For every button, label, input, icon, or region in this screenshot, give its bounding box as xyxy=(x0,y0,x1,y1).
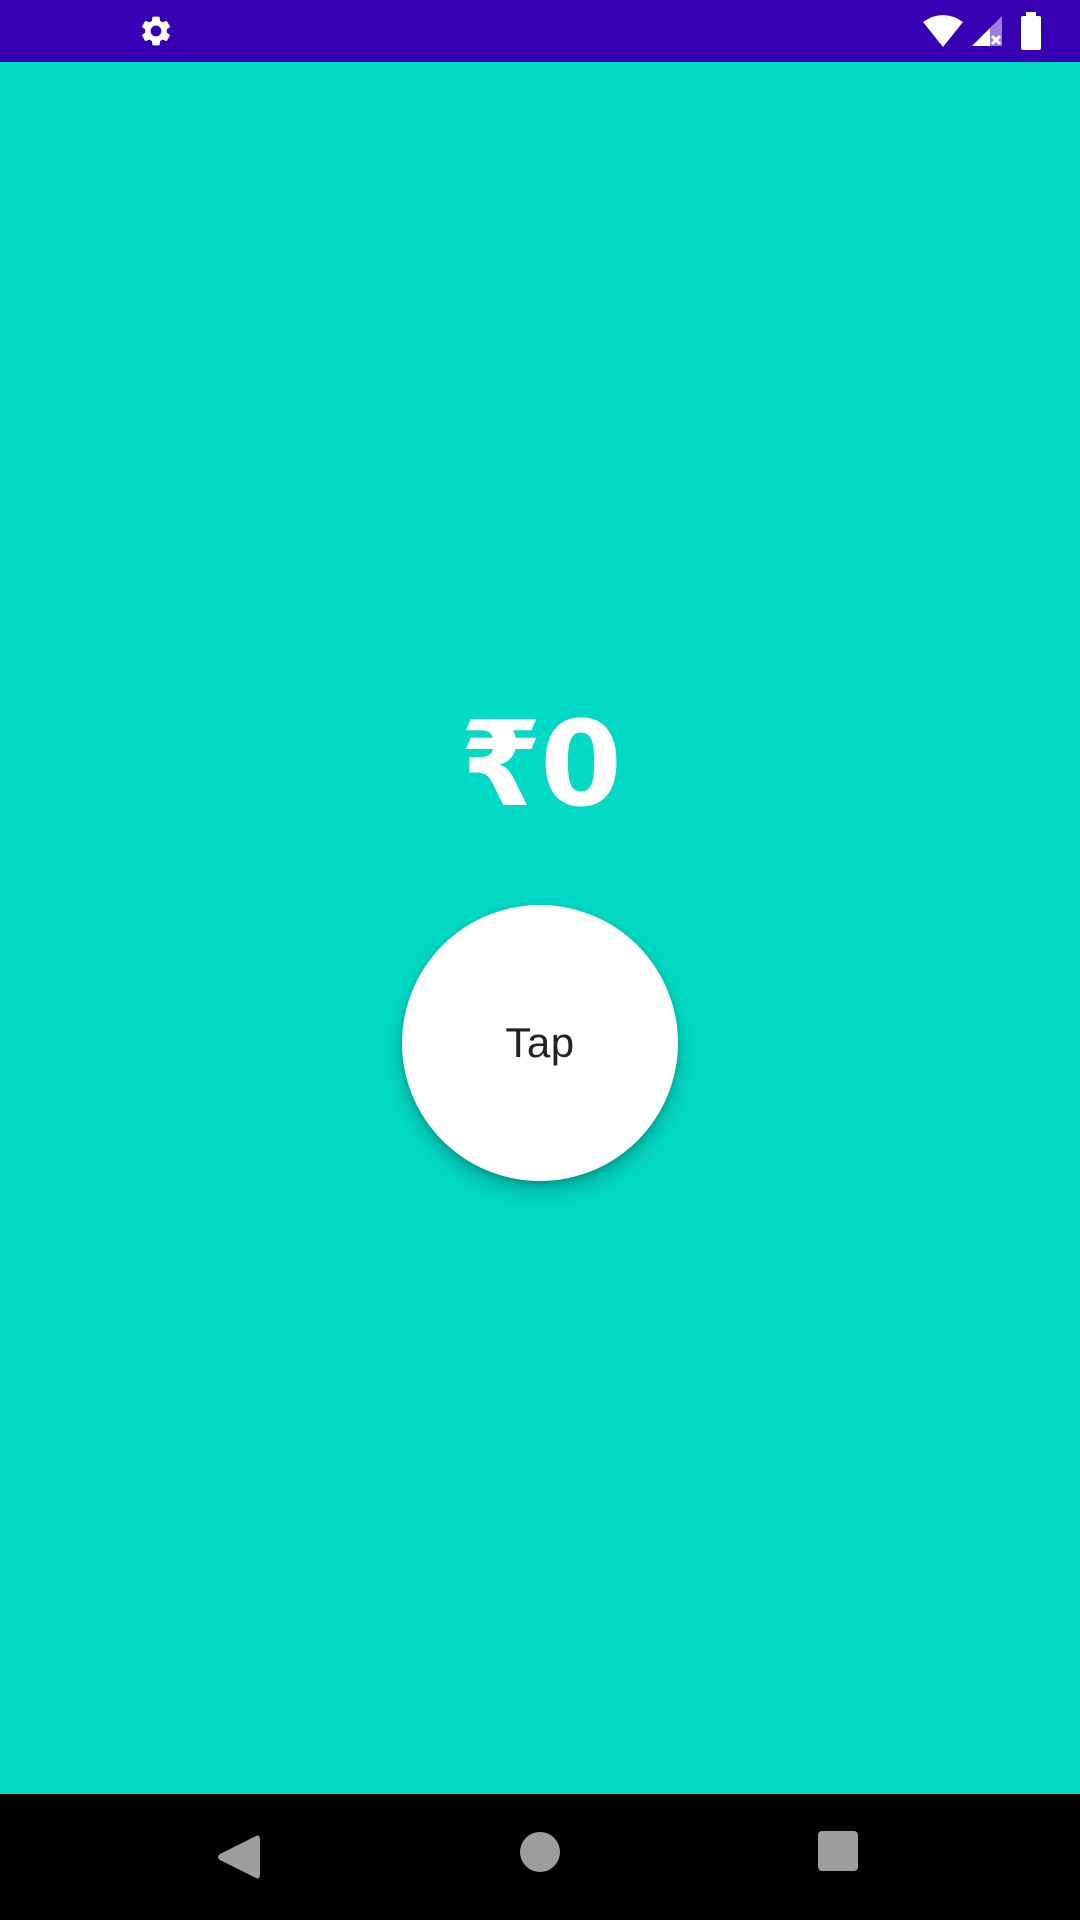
tap-button-label: Tap xyxy=(505,1019,575,1066)
wifi-icon xyxy=(923,15,963,47)
balance-amount: ₹0 xyxy=(459,695,622,833)
home-icon[interactable] xyxy=(520,1832,560,1872)
app-screen: ₹0 Tap xyxy=(0,0,1080,1920)
status-bar xyxy=(0,0,1080,62)
back-icon[interactable] xyxy=(216,1834,260,1880)
main-content: ₹0 Tap xyxy=(0,62,1080,1794)
battery-icon xyxy=(1021,12,1041,50)
cell-signal-no-data-icon xyxy=(972,16,1002,46)
recents-icon[interactable] xyxy=(818,1831,858,1871)
navigation-bar xyxy=(0,1794,1080,1920)
tap-button[interactable]: Tap xyxy=(402,905,678,1181)
gear-icon[interactable] xyxy=(138,13,174,49)
